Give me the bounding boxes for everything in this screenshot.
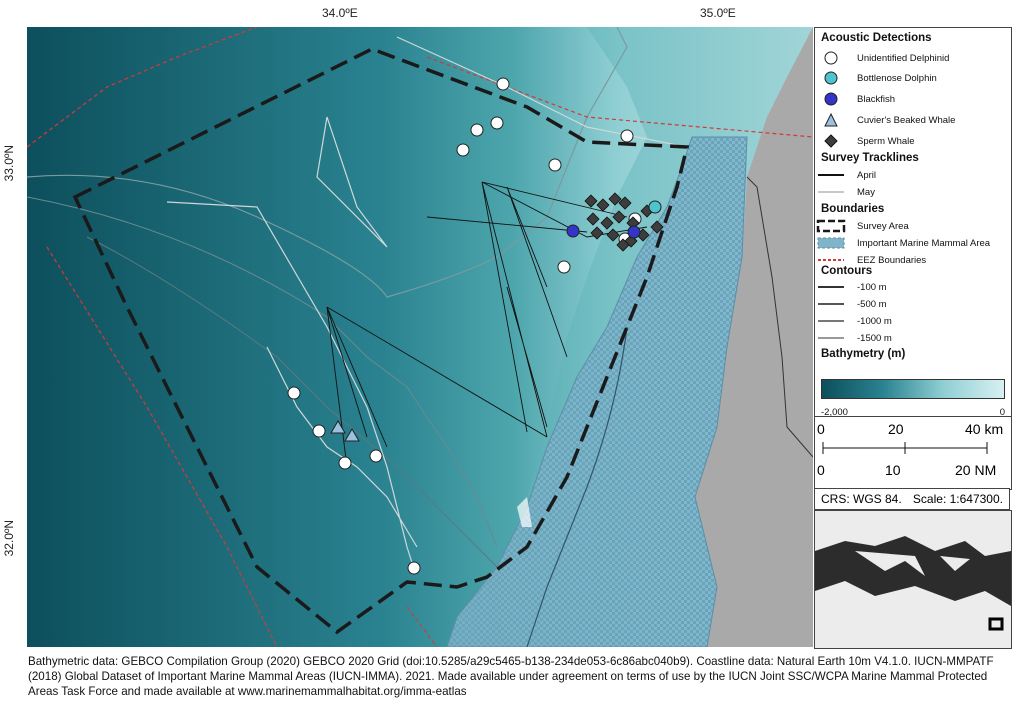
map-canvas[interactable] [27, 27, 813, 647]
bathymetry-colorbar [821, 379, 1005, 399]
line-swatch-icon [818, 337, 844, 339]
hatched-box-icon [817, 237, 845, 249]
legend-unidentified-delphinid: Unidentified Delphinid [815, 50, 949, 66]
legend-contour-1000: -1000 m [815, 313, 892, 329]
acoustic-detections-title: Acoustic Detections [821, 32, 932, 44]
lon-tick-35: 35.0ºE [700, 6, 736, 20]
scale-ratio-label: Scale: 1:647300. [912, 492, 1003, 506]
line-swatch-icon [818, 320, 844, 322]
legend-blackfish: Blackfish [815, 91, 895, 107]
inset-svg [815, 511, 1011, 648]
legend-contour-1500: -1500 m [815, 330, 892, 346]
map-svg [27, 27, 813, 647]
scale-km-40: 40 km [965, 421, 1004, 437]
lat-tick-33: 33.0ºN [2, 145, 16, 182]
diamond-marker-icon [824, 134, 838, 148]
legend-survey-area: Survey Area [815, 218, 909, 234]
legend-contour-100: -100 m [815, 279, 887, 295]
scale-nm-20: 20 NM [955, 462, 997, 478]
circle-marker-icon [824, 71, 838, 85]
scale-km-20: 20 [888, 421, 904, 437]
legend-contour-500: -500 m [815, 296, 887, 312]
inset-locator-map [814, 510, 1012, 649]
scale-nm-10: 10 [885, 462, 901, 478]
legend-april: April [815, 167, 876, 183]
lon-tick-34: 34.0ºE [322, 6, 358, 20]
dashed-box-icon [816, 219, 846, 233]
scale-km-0: 0 [817, 421, 825, 437]
scale-bar: 0 20 40 km 0 10 20 NM [814, 416, 1012, 490]
line-swatch-icon [818, 303, 844, 305]
lat-tick-32: 32.0ºN [2, 520, 16, 557]
legend-bottlenose-dolphin: Bottlenose Dolphin [815, 70, 937, 86]
bathymetry-title: Bathymetry (m) [821, 348, 906, 360]
legend-may: May [815, 184, 875, 200]
crs-label: CRS: WGS 84. [821, 492, 902, 506]
data-attribution: Bathymetric data: GEBCO Compilation Grou… [28, 655, 994, 698]
survey-tracklines-title: Survey Tracklines [821, 152, 919, 164]
boundaries-title: Boundaries [821, 203, 885, 215]
legend-imma: Important Marine Mammal Area [815, 235, 990, 251]
triangle-marker-icon [824, 113, 838, 127]
line-swatch-icon [818, 286, 844, 288]
line-swatch-icon [818, 174, 844, 176]
contours-title: Contours [821, 265, 873, 277]
dotted-line-icon [818, 259, 844, 261]
scale-ruler [822, 442, 988, 454]
scale-nm-0: 0 [817, 462, 825, 478]
bottlenose-dolphin-marker [648, 200, 662, 214]
circle-marker-icon [824, 51, 838, 65]
crs-info: CRS: WGS 84. Scale: 1:647300. [814, 488, 1010, 510]
circle-marker-icon [824, 92, 838, 106]
line-swatch-icon [818, 191, 844, 193]
legend-cuviers-beaked-whale: Cuvier's Beaked Whale [815, 112, 955, 128]
legend-sperm-whale: Sperm Whale [815, 133, 915, 149]
